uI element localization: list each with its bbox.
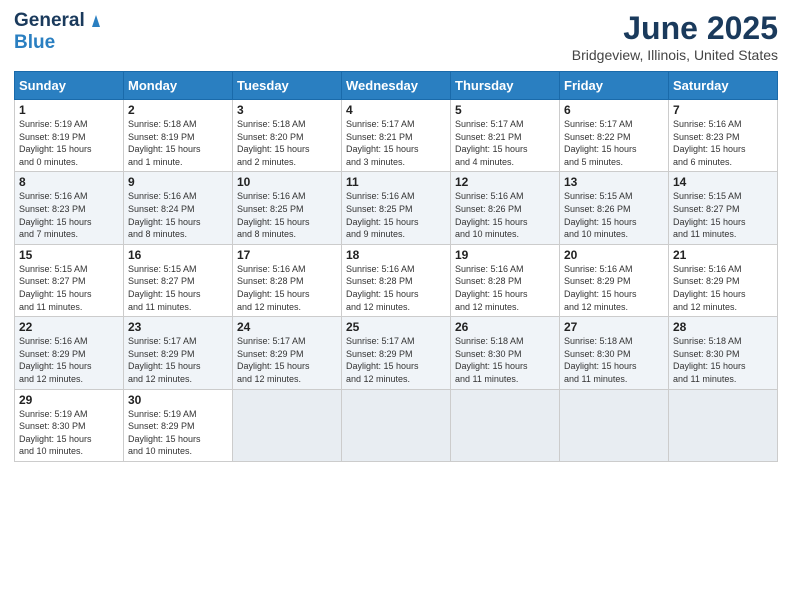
subtitle: Bridgeview, Illinois, United States bbox=[572, 47, 778, 63]
table-row: 22Sunrise: 5:16 AM Sunset: 8:29 PM Dayli… bbox=[15, 317, 124, 389]
table-row: 9Sunrise: 5:16 AM Sunset: 8:24 PM Daylig… bbox=[124, 172, 233, 244]
table-row: 27Sunrise: 5:18 AM Sunset: 8:30 PM Dayli… bbox=[560, 317, 669, 389]
table-row: 3Sunrise: 5:18 AM Sunset: 8:20 PM Daylig… bbox=[233, 100, 342, 172]
table-row: 12Sunrise: 5:16 AM Sunset: 8:26 PM Dayli… bbox=[451, 172, 560, 244]
calendar-table: Sunday Monday Tuesday Wednesday Thursday… bbox=[14, 71, 778, 462]
col-monday: Monday bbox=[124, 72, 233, 100]
table-row: 7Sunrise: 5:16 AM Sunset: 8:23 PM Daylig… bbox=[669, 100, 778, 172]
table-row: 20Sunrise: 5:16 AM Sunset: 8:29 PM Dayli… bbox=[560, 244, 669, 316]
table-row: 14Sunrise: 5:15 AM Sunset: 8:27 PM Dayli… bbox=[669, 172, 778, 244]
logo-blue-text: Blue bbox=[14, 32, 55, 54]
table-row: 26Sunrise: 5:18 AM Sunset: 8:30 PM Dayli… bbox=[451, 317, 560, 389]
table-row: 6Sunrise: 5:17 AM Sunset: 8:22 PM Daylig… bbox=[560, 100, 669, 172]
table-row: 21Sunrise: 5:16 AM Sunset: 8:29 PM Dayli… bbox=[669, 244, 778, 316]
table-row: 15Sunrise: 5:15 AM Sunset: 8:27 PM Dayli… bbox=[15, 244, 124, 316]
table-row: 13Sunrise: 5:15 AM Sunset: 8:26 PM Dayli… bbox=[560, 172, 669, 244]
table-row: 1Sunrise: 5:19 AM Sunset: 8:19 PM Daylig… bbox=[15, 100, 124, 172]
header: General Blue June 2025 Bridgeview, Illin… bbox=[14, 10, 778, 63]
table-row: 28Sunrise: 5:18 AM Sunset: 8:30 PM Dayli… bbox=[669, 317, 778, 389]
logo-triangle-icon bbox=[87, 11, 105, 29]
title-block: June 2025 Bridgeview, Illinois, United S… bbox=[572, 10, 778, 63]
table-row: 4Sunrise: 5:17 AM Sunset: 8:21 PM Daylig… bbox=[342, 100, 451, 172]
table-row: 8Sunrise: 5:16 AM Sunset: 8:23 PM Daylig… bbox=[15, 172, 124, 244]
table-row: 17Sunrise: 5:16 AM Sunset: 8:28 PM Dayli… bbox=[233, 244, 342, 316]
col-sunday: Sunday bbox=[15, 72, 124, 100]
main-title: June 2025 bbox=[572, 10, 778, 47]
table-row: 19Sunrise: 5:16 AM Sunset: 8:28 PM Dayli… bbox=[451, 244, 560, 316]
table-row bbox=[560, 389, 669, 461]
col-tuesday: Tuesday bbox=[233, 72, 342, 100]
table-row: 11Sunrise: 5:16 AM Sunset: 8:25 PM Dayli… bbox=[342, 172, 451, 244]
table-row: 30Sunrise: 5:19 AM Sunset: 8:29 PM Dayli… bbox=[124, 389, 233, 461]
table-row: 25Sunrise: 5:17 AM Sunset: 8:29 PM Dayli… bbox=[342, 317, 451, 389]
table-row: 2Sunrise: 5:18 AM Sunset: 8:19 PM Daylig… bbox=[124, 100, 233, 172]
col-friday: Friday bbox=[560, 72, 669, 100]
col-saturday: Saturday bbox=[669, 72, 778, 100]
table-row: 5Sunrise: 5:17 AM Sunset: 8:21 PM Daylig… bbox=[451, 100, 560, 172]
table-row: 24Sunrise: 5:17 AM Sunset: 8:29 PM Dayli… bbox=[233, 317, 342, 389]
table-row bbox=[669, 389, 778, 461]
table-row: 18Sunrise: 5:16 AM Sunset: 8:28 PM Dayli… bbox=[342, 244, 451, 316]
logo: General Blue bbox=[14, 10, 105, 54]
table-row: 23Sunrise: 5:17 AM Sunset: 8:29 PM Dayli… bbox=[124, 317, 233, 389]
table-row bbox=[451, 389, 560, 461]
table-row: 29Sunrise: 5:19 AM Sunset: 8:30 PM Dayli… bbox=[15, 389, 124, 461]
page-container: General Blue June 2025 Bridgeview, Illin… bbox=[0, 0, 792, 472]
col-wednesday: Wednesday bbox=[342, 72, 451, 100]
table-row: 16Sunrise: 5:15 AM Sunset: 8:27 PM Dayli… bbox=[124, 244, 233, 316]
table-row bbox=[233, 389, 342, 461]
col-thursday: Thursday bbox=[451, 72, 560, 100]
logo-general-text: General bbox=[14, 10, 85, 32]
table-row: 10Sunrise: 5:16 AM Sunset: 8:25 PM Dayli… bbox=[233, 172, 342, 244]
table-row bbox=[342, 389, 451, 461]
calendar-header-row: Sunday Monday Tuesday Wednesday Thursday… bbox=[15, 72, 778, 100]
